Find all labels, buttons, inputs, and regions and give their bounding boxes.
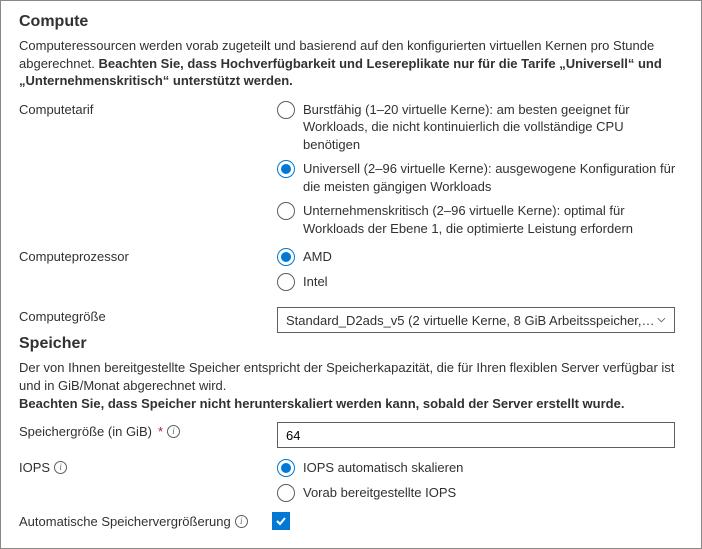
radio-icon [277, 160, 295, 178]
compute-tier-options: Burstfähig (1–20 virtuelle Kerne): am be… [277, 100, 683, 238]
storage-heading: Speicher [19, 335, 683, 353]
compute-tier-general-text: Universell (2–96 virtuelle Kerne): ausge… [303, 159, 683, 195]
iops-label: IOPS i [19, 458, 277, 475]
compute-tier-row: Computetarif Burstfähig (1–20 virtuelle … [19, 100, 683, 238]
storage-size-row: Speichergröße (in GiB) * i [19, 422, 683, 448]
storage-description: Der von Ihnen bereitgestellte Speicher e… [19, 359, 683, 412]
info-icon[interactable]: i [167, 425, 180, 438]
iops-autoscale[interactable]: IOPS automatisch skalieren [277, 458, 683, 477]
compute-storage-panel: Compute Computeressourcen werden vorab z… [0, 0, 702, 549]
storage-size-label-text: Speichergröße (in GiB) [19, 424, 152, 439]
compute-size-value: Standard_D2ads_v5 (2 virtuelle Kerne, 8 … [286, 313, 657, 328]
autogrow-checkbox[interactable] [272, 512, 290, 530]
radio-icon [277, 484, 295, 502]
compute-processor-row: Computeprozessor AMD Intel [19, 247, 683, 291]
compute-size-select[interactable]: Standard_D2ads_v5 (2 virtuelle Kerne, 8 … [277, 307, 675, 333]
compute-size-control: Standard_D2ads_v5 (2 virtuelle Kerne, 8 … [277, 307, 683, 333]
radio-icon [277, 459, 295, 477]
radio-icon [277, 273, 295, 291]
storage-size-label: Speichergröße (in GiB) * i [19, 422, 277, 439]
radio-icon [277, 248, 295, 266]
radio-icon [277, 101, 295, 119]
iops-row: IOPS i IOPS automatisch skalieren Vorab … [19, 458, 683, 502]
required-indicator: * [158, 424, 163, 439]
compute-processor-amd-text: AMD [303, 247, 332, 266]
radio-icon [277, 202, 295, 220]
compute-tier-label: Computetarif [19, 100, 277, 117]
compute-tier-burstable-text: Burstfähig (1–20 virtuelle Kerne): am be… [303, 100, 683, 154]
autogrow-label: Automatische Speichervergrößerung i [19, 512, 248, 529]
autogrow-row: Automatische Speichervergrößerung i [19, 512, 683, 531]
storage-size-input[interactable] [277, 422, 675, 448]
compute-tier-general[interactable]: Universell (2–96 virtuelle Kerne): ausge… [277, 159, 683, 195]
iops-provisioned-text: Vorab bereitgestellte IOPS [303, 483, 456, 502]
compute-description: Computeressourcen werden vorab zugeteilt… [19, 37, 683, 90]
iops-autoscale-text: IOPS automatisch skalieren [303, 458, 463, 477]
iops-label-text: IOPS [19, 460, 50, 475]
compute-tier-critical[interactable]: Unternehmenskritisch (2–96 virtuelle Ker… [277, 201, 683, 237]
storage-desc-bold: Beachten Sie, dass Speicher nicht herunt… [19, 396, 624, 411]
compute-size-label: Computegröße [19, 307, 277, 324]
iops-options: IOPS automatisch skalieren Vorab bereitg… [277, 458, 683, 502]
compute-heading: Compute [19, 13, 683, 31]
chevron-down-icon [657, 315, 666, 325]
compute-size-row: Computegröße Standard_D2ads_v5 (2 virtue… [19, 307, 683, 333]
compute-processor-amd[interactable]: AMD [277, 247, 683, 266]
compute-tier-critical-text: Unternehmenskritisch (2–96 virtuelle Ker… [303, 201, 683, 237]
compute-processor-label: Computeprozessor [19, 247, 277, 264]
info-icon[interactable]: i [54, 461, 67, 474]
storage-desc-plain: Der von Ihnen bereitgestellte Speicher e… [19, 360, 674, 393]
info-icon[interactable]: i [235, 515, 248, 528]
checkmark-icon [274, 514, 288, 528]
autogrow-control [254, 512, 683, 531]
storage-size-control [277, 422, 683, 448]
compute-processor-options: AMD Intel [277, 247, 683, 291]
iops-provisioned[interactable]: Vorab bereitgestellte IOPS [277, 483, 683, 502]
compute-processor-intel[interactable]: Intel [277, 272, 683, 291]
compute-tier-burstable[interactable]: Burstfähig (1–20 virtuelle Kerne): am be… [277, 100, 683, 154]
autogrow-label-text: Automatische Speichervergrößerung [19, 514, 231, 529]
compute-processor-intel-text: Intel [303, 272, 328, 291]
compute-desc-bold: Beachten Sie, dass Hochverfügbarkeit und… [19, 56, 662, 89]
